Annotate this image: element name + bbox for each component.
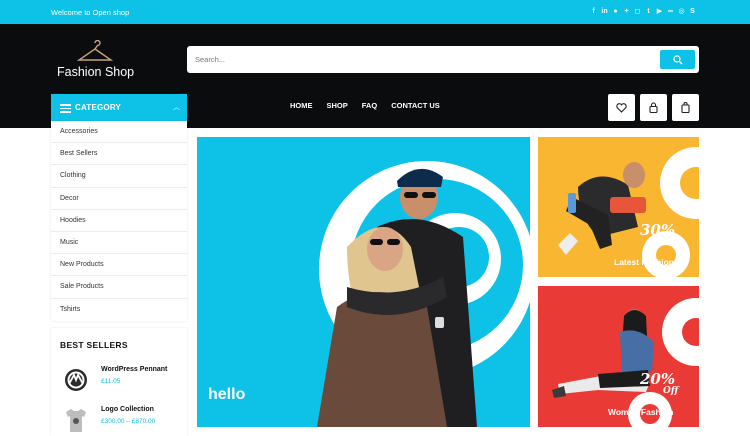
dribbble-icon[interactable]: ◎ — [678, 7, 685, 16]
category-item-sale-products[interactable]: Sale Products — [51, 276, 187, 299]
hero-image — [317, 161, 530, 427]
nav-faq[interactable]: FAQ — [362, 101, 377, 110]
promo-banner-women-fashion[interactable]: 20% Off Women Fashion — [538, 286, 699, 427]
cart-button[interactable] — [672, 94, 699, 121]
category-label: CATEGORY — [75, 103, 122, 112]
nav-contact-us[interactable]: CONTACT US — [391, 101, 440, 110]
logo-text: Fashion Shop — [57, 65, 135, 79]
banner-image — [558, 147, 699, 277]
wishlist-button[interactable] — [608, 94, 635, 121]
account-button[interactable] — [640, 94, 667, 121]
best-sellers-widget: BEST SELLERS WordPress Pennant £11.05 Lo… — [51, 328, 187, 436]
product-name[interactable]: Logo Collection — [101, 406, 154, 413]
chevron-up-icon: ︿ — [173, 104, 180, 111]
youtube-icon[interactable]: ▶ — [656, 7, 663, 16]
menu-icon — [60, 104, 71, 113]
cart-icon — [681, 102, 690, 113]
banner-image — [552, 298, 699, 427]
discount-off: Off — [663, 386, 679, 396]
discount-off: Off — [663, 237, 679, 247]
linkedin-icon[interactable]: in — [601, 7, 608, 16]
hanger-icon — [76, 40, 114, 61]
search-icon — [672, 54, 682, 64]
category-list: Accessories Best Sellers Clothing Decor … — [51, 121, 187, 321]
search-input[interactable] — [187, 46, 657, 73]
product-price: £300.00 – £870.00 — [101, 418, 156, 425]
category-item-hoodies[interactable]: Hoodies — [51, 210, 187, 232]
category-toggle[interactable]: CATEGORY ︿ — [51, 94, 187, 121]
promo-banner-latest-fashion[interactable]: 30% Off Latest Fashion — [538, 137, 699, 277]
best-sellers-title: BEST SELLERS — [60, 340, 128, 350]
category-item-clothing[interactable]: Clothing — [51, 165, 187, 188]
product-thumbnail — [66, 409, 86, 432]
category-item-music[interactable]: Music — [51, 232, 187, 255]
stumbleupon-icon[interactable]: ∞ — [667, 7, 674, 16]
product-item[interactable]: Logo Collection £300.00 – £870.00 — [60, 404, 185, 436]
banner-label: Latest Fashion — [614, 257, 674, 267]
twitter-icon[interactable]: ✦ — [623, 7, 630, 16]
hero-slider[interactable]: hello — [197, 137, 530, 427]
facebook-icon[interactable]: f — [590, 7, 597, 16]
category-item-tshirts[interactable]: Tshirts — [51, 299, 187, 321]
product-thumbnail — [65, 369, 87, 391]
product-item[interactable]: WordPress Pennant £11.05 — [60, 364, 185, 396]
product-name[interactable]: WordPress Pennant — [101, 366, 167, 373]
social-links: f in ● ✦ ◻ t ▶ ∞ ◎ S — [590, 7, 696, 16]
skype-icon[interactable]: S — [689, 7, 696, 16]
nav-home[interactable]: HOME — [290, 101, 313, 110]
top-bar: Welcome to Open shop f in ● ✦ ◻ t ▶ ∞ ◎ … — [0, 0, 750, 24]
category-item-new-products[interactable]: New Products — [51, 254, 187, 277]
search-button[interactable] — [660, 50, 695, 69]
site-logo[interactable]: Fashion Shop — [56, 40, 136, 80]
heart-icon — [616, 102, 627, 113]
nav-shop[interactable]: SHOP — [327, 101, 348, 110]
welcome-text: Welcome to Open shop — [51, 8, 130, 17]
search-bar — [187, 46, 699, 73]
pinterest-icon[interactable]: ● — [612, 7, 619, 16]
instagram-icon[interactable]: ◻ — [634, 7, 641, 16]
category-item-decor[interactable]: Decor — [51, 188, 187, 210]
banner-label: Women Fashion — [608, 407, 674, 417]
product-price: £11.05 — [101, 378, 121, 385]
category-item-accessories[interactable]: Accessories — [51, 121, 187, 144]
hero-text: hello — [208, 386, 246, 403]
site-header: Fashion Shop CATEGORY ︿ HOME SHOP FAQ CO… — [0, 24, 750, 128]
tumblr-icon[interactable]: t — [645, 7, 652, 16]
category-item-best-sellers[interactable]: Best Sellers — [51, 143, 187, 166]
main-nav: HOME SHOP FAQ CONTACT US — [290, 101, 440, 110]
lock-icon — [649, 102, 658, 113]
